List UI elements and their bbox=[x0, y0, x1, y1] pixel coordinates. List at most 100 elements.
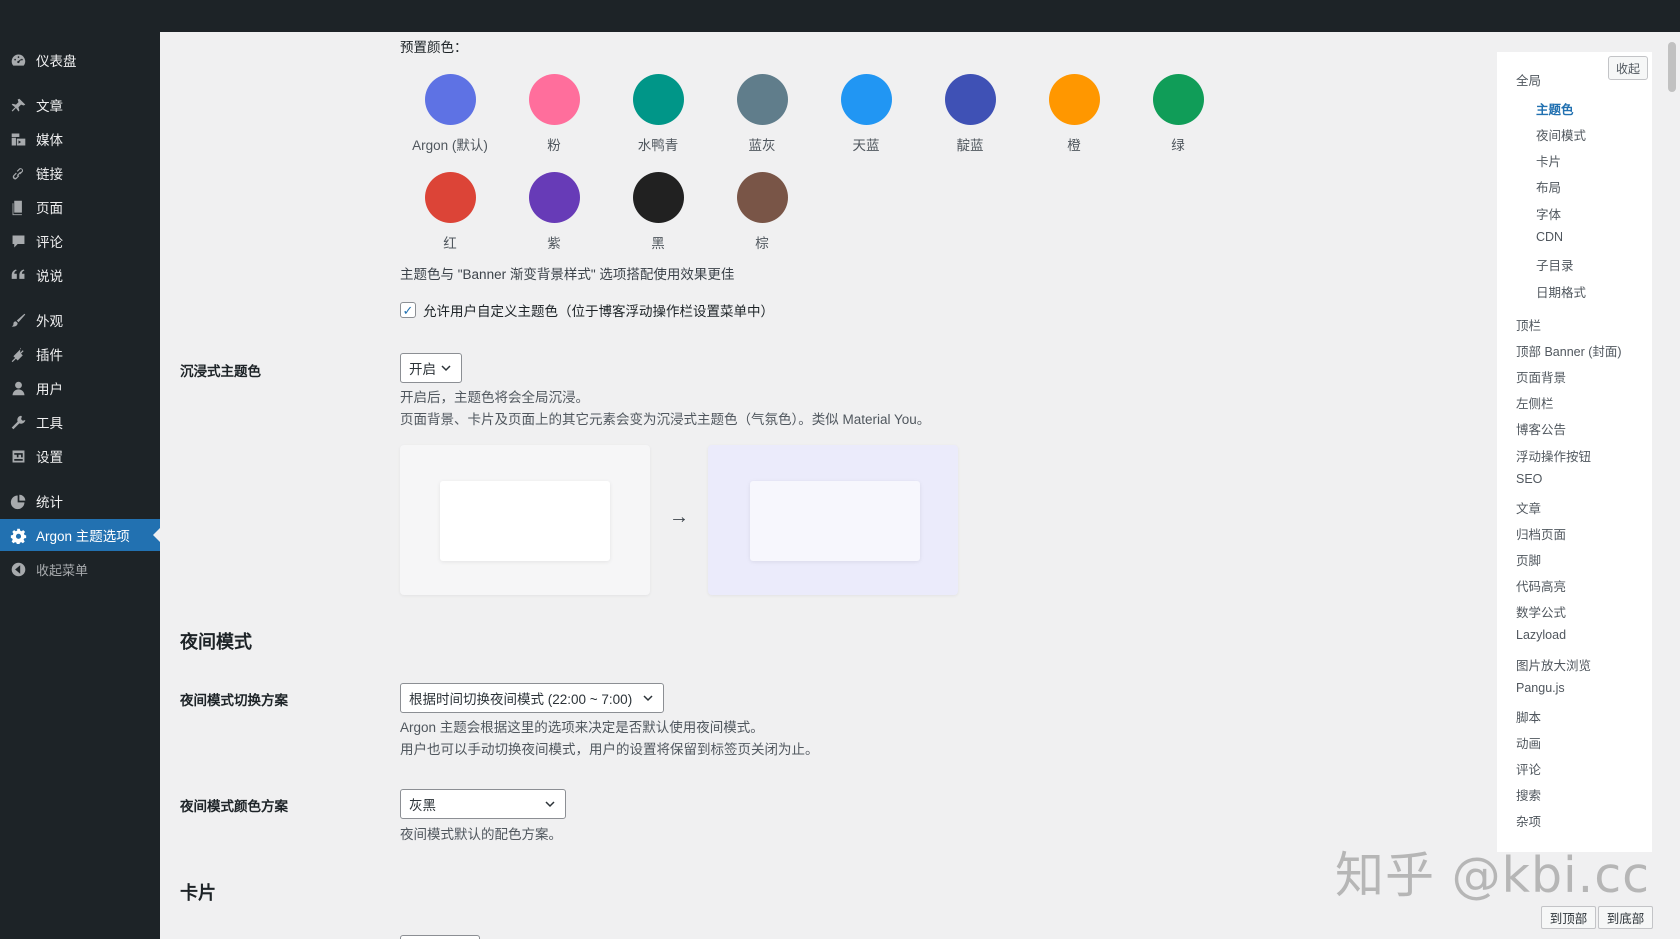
toc-item-layout[interactable]: 布局 bbox=[1536, 177, 1561, 196]
night-mode-desc-1: Argon 主题会根据这里的选项来决定是否默认使用夜间模式。 bbox=[400, 720, 764, 735]
swatch-brown[interactable]: 棕 bbox=[712, 172, 812, 252]
sidebar-item-label: 统计 bbox=[36, 495, 63, 510]
select-value: 灰黑 bbox=[409, 798, 436, 813]
toc-item-global[interactable]: 全局 bbox=[1516, 70, 1541, 89]
toc-item-lazyload[interactable]: Lazyload bbox=[1516, 628, 1566, 642]
swatch-green[interactable]: 绿 bbox=[1128, 74, 1228, 154]
toc-item-page-bg[interactable]: 页面背景 bbox=[1516, 367, 1566, 386]
toc-item-float-buttons[interactable]: 浮动操作按钮 bbox=[1516, 446, 1591, 465]
toc-item-date-format[interactable]: 日期格式 bbox=[1536, 282, 1586, 301]
allow-custom-color-checkbox[interactable]: ✓ 允许用户自定义主题色（位于博客浮动操作栏设置菜单中） bbox=[400, 300, 774, 320]
color-dot[interactable] bbox=[632, 74, 684, 125]
color-dot[interactable] bbox=[528, 74, 580, 125]
checkbox-label: 允许用户自定义主题色（位于博客浮动操作栏设置菜单中） bbox=[423, 304, 774, 319]
preview-card bbox=[440, 481, 610, 561]
sidebar-item-settings[interactable]: 设置 bbox=[0, 440, 160, 472]
sidebar-item-shuoshuo[interactable]: 说说 bbox=[0, 259, 160, 291]
swatch-pink[interactable]: 粉 bbox=[504, 74, 604, 154]
sidebar-item-label: 说说 bbox=[36, 269, 63, 284]
sidebar-item-label: 用户 bbox=[36, 382, 63, 397]
scrollbar-thumb[interactable] bbox=[1668, 42, 1676, 92]
sidebar-item-argon-options[interactable]: Argon 主题选项 bbox=[0, 519, 160, 551]
toc-item-pangu[interactable]: Pangu.js bbox=[1516, 681, 1565, 695]
theme-color-hint: 主题色与 "Banner 渐变背景样式" 选项搭配使用效果更佳 bbox=[400, 267, 735, 282]
toc-item-card[interactable]: 卡片 bbox=[1536, 151, 1561, 170]
swatch-teal[interactable]: 水鸭青 bbox=[608, 74, 708, 154]
toc-item-seo[interactable]: SEO bbox=[1516, 472, 1542, 486]
swatch-name: 橙 bbox=[1067, 138, 1081, 153]
sidebar-item-comments[interactable]: 评论 bbox=[0, 225, 160, 257]
toc-item-announcement[interactable]: 博客公告 bbox=[1516, 419, 1566, 438]
night-color-scheme-select[interactable]: 灰黑 bbox=[400, 789, 566, 819]
swatch-sky-blue[interactable]: 天蓝 bbox=[816, 74, 916, 154]
color-dot[interactable] bbox=[424, 74, 476, 125]
checkbox-box[interactable]: ✓ bbox=[400, 302, 416, 318]
toc-item-banner[interactable]: 顶部 Banner (封面) bbox=[1516, 341, 1622, 360]
swatch-name: 紫 bbox=[547, 236, 561, 251]
color-dot[interactable] bbox=[632, 172, 684, 223]
sidebar-item-users[interactable]: 用户 bbox=[0, 372, 160, 404]
sidebar-item-appearance[interactable]: 外观 bbox=[0, 304, 160, 336]
swatch-blue-grey[interactable]: 蓝灰 bbox=[712, 74, 812, 154]
swatch-black[interactable]: 黑 bbox=[608, 172, 708, 252]
night-mode-switch-label: 夜间模式切换方案 bbox=[180, 693, 288, 708]
toc-item-comments[interactable]: 评论 bbox=[1516, 759, 1541, 778]
toc-item-cdn[interactable]: CDN bbox=[1536, 230, 1563, 244]
sidebar-item-statistics[interactable]: 统计 bbox=[0, 485, 160, 517]
color-dot[interactable] bbox=[1048, 74, 1100, 125]
swatch-argon[interactable]: Argon (默认) bbox=[400, 74, 500, 154]
jump-to-top-button[interactable]: 到顶部 bbox=[1541, 906, 1596, 929]
toc-item-font[interactable]: 字体 bbox=[1536, 204, 1561, 223]
swatch-red[interactable]: 红 bbox=[400, 172, 500, 252]
toc-item-theme-color[interactable]: 主题色 bbox=[1536, 99, 1574, 118]
color-dot[interactable] bbox=[736, 74, 788, 125]
swatch-orange[interactable]: 橙 bbox=[1024, 74, 1124, 154]
swatch-name: 天蓝 bbox=[852, 138, 880, 153]
sidebar-item-links[interactable]: 链接 bbox=[0, 157, 160, 189]
immersive-color-select[interactable]: 开启 bbox=[400, 353, 462, 383]
sidebar-item-media[interactable]: 媒体 bbox=[0, 123, 160, 155]
color-dot[interactable] bbox=[528, 172, 580, 223]
toc-item-left-sidebar[interactable]: 左侧栏 bbox=[1516, 393, 1554, 412]
toc-item-search[interactable]: 搜索 bbox=[1516, 785, 1541, 804]
sidebar-item-posts[interactable]: 文章 bbox=[0, 89, 160, 121]
collapse-arrow-icon bbox=[8, 559, 28, 579]
toc-item-misc[interactable]: 杂项 bbox=[1516, 811, 1541, 830]
sidebar-item-tools[interactable]: 工具 bbox=[0, 406, 160, 438]
toc-item-animation[interactable]: 动画 bbox=[1516, 733, 1541, 752]
settings-icon bbox=[8, 446, 28, 466]
toc-item-archive[interactable]: 归档页面 bbox=[1516, 524, 1566, 543]
color-dot[interactable] bbox=[424, 172, 476, 223]
sidebar-item-dashboard[interactable]: 仪表盘 bbox=[0, 44, 160, 76]
arrow-right-icon: → bbox=[669, 506, 689, 528]
toc-collapse-button[interactable]: 收起 bbox=[1608, 56, 1648, 80]
swatch-purple[interactable]: 紫 bbox=[504, 172, 604, 252]
sidebar-collapse-menu[interactable]: 收起菜单 bbox=[0, 553, 160, 585]
sidebar-item-plugins[interactable]: 插件 bbox=[0, 338, 160, 370]
toc-item-subdirectory[interactable]: 子目录 bbox=[1536, 255, 1574, 274]
toc-item-math[interactable]: 数学公式 bbox=[1516, 602, 1566, 621]
swatch-name: 水鸭青 bbox=[637, 138, 679, 153]
scrollbar[interactable] bbox=[1664, 32, 1680, 939]
sidebar-item-pages[interactable]: 页面 bbox=[0, 191, 160, 223]
color-dot[interactable] bbox=[944, 74, 996, 125]
admin-sidebar: 仪表盘 文章 媒体 链接 页面 评论 说说 外观 插件 用户 工具 设置 统计 … bbox=[0, 32, 160, 939]
pin-icon bbox=[8, 95, 28, 115]
color-dot[interactable] bbox=[1152, 74, 1204, 125]
color-dot[interactable] bbox=[736, 172, 788, 223]
night-mode-switch-select[interactable]: 根据时间切换夜间模式 (22:00 ~ 7:00) bbox=[400, 683, 664, 713]
card-select[interactable] bbox=[400, 935, 480, 939]
toc-item-night-mode[interactable]: 夜间模式 bbox=[1536, 125, 1586, 144]
swatch-indigo[interactable]: 靛蓝 bbox=[920, 74, 1020, 154]
toc-item-code-highlight[interactable]: 代码高亮 bbox=[1516, 576, 1566, 595]
toc-item-post[interactable]: 文章 bbox=[1516, 498, 1541, 517]
sidebar-item-label: 仪表盘 bbox=[36, 54, 77, 69]
toc-item-image-zoom[interactable]: 图片放大浏览 bbox=[1516, 655, 1591, 674]
jump-to-bottom-button[interactable]: 到底部 bbox=[1598, 906, 1653, 929]
night-color-desc: 夜间模式默认的配色方案。 bbox=[400, 827, 562, 842]
chevron-down-icon bbox=[545, 801, 555, 808]
toc-item-topbar[interactable]: 顶栏 bbox=[1516, 315, 1541, 334]
toc-item-footer[interactable]: 页脚 bbox=[1516, 550, 1541, 569]
color-dot[interactable] bbox=[840, 74, 892, 125]
toc-item-script[interactable]: 脚本 bbox=[1516, 707, 1541, 726]
